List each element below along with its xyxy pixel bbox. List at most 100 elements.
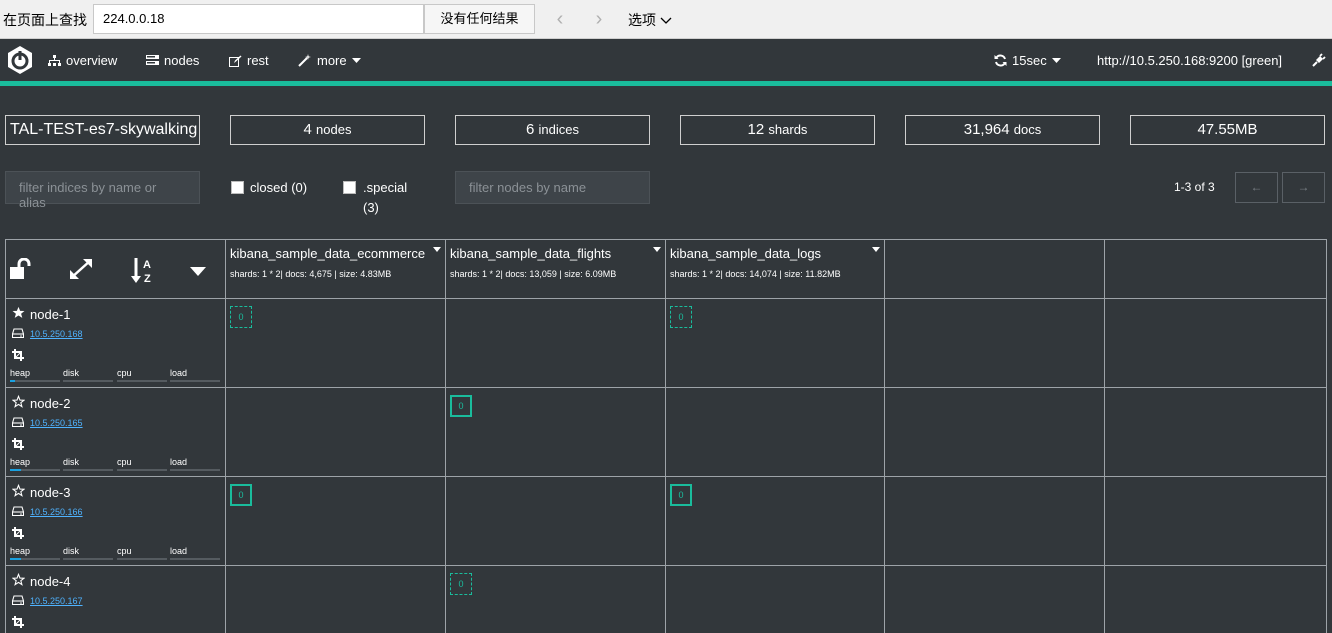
node-ip[interactable]: 10.5.250.168 <box>11 328 83 340</box>
grid-divider <box>5 476 1327 477</box>
stat-nodes-count: 4 <box>303 121 312 138</box>
replica-shard[interactable]: 0 <box>450 573 472 595</box>
find-options-label: 选项 <box>628 12 656 28</box>
node-name-label: node-1 <box>30 306 71 322</box>
refresh-interval-menu[interactable]: 15sec <box>994 53 1061 68</box>
nav-more-menu[interactable]: more <box>298 53 361 68</box>
closed-checkbox[interactable] <box>231 181 244 194</box>
caret-down-icon <box>1051 57 1061 64</box>
node-name[interactable]: node-2 <box>11 394 70 411</box>
nav-nodes-label: nodes <box>164 53 200 68</box>
find-in-page-bar: 在页面上查找 224.0.0.18 没有任何结果 ‹ › 选项 <box>0 0 1332 39</box>
metric-label-heap: heap <box>10 368 31 378</box>
filter-indices-input[interactable]: filter indices by name or alias <box>5 171 200 210</box>
nav-nodes[interactable]: nodes <box>146 53 199 68</box>
hdd-icon <box>11 417 25 429</box>
primary-shard[interactable]: 0 <box>450 395 472 417</box>
disconnect-plug-icon[interactable] <box>1312 53 1326 67</box>
crop-icon <box>12 348 24 366</box>
refresh-interval-label: 15sec <box>1012 53 1047 68</box>
node-ip-link[interactable]: 10.5.250.165 <box>30 418 83 428</box>
caret-down-icon[interactable] <box>190 264 206 282</box>
cluster-connection-status[interactable]: http://10.5.250.168:9200 [green] <box>1097 53 1282 68</box>
index-menu-caret-icon[interactable] <box>433 247 441 252</box>
primary-shard[interactable]: 0 <box>670 484 692 506</box>
cerebro-logo-icon[interactable] <box>5 45 35 75</box>
pagination-status: 1-3 of 3 <box>1174 180 1215 194</box>
find-input[interactable]: 224.0.0.18 <box>93 4 424 34</box>
magic-wand-icon <box>298 54 312 67</box>
stat-shards: 12 shards <box>680 115 875 145</box>
replica-shard[interactable]: 0 <box>230 306 252 328</box>
stat-nodes-label: nodes <box>316 122 352 137</box>
grid-divider <box>5 298 1327 299</box>
find-result-status: 没有任何结果 <box>424 4 535 34</box>
node-name[interactable]: node-3 <box>11 483 71 500</box>
node-ip-link[interactable]: 10.5.250.167 <box>30 596 83 606</box>
nav-rest[interactable]: rest <box>229 53 269 68</box>
metric-label-load: load <box>170 546 188 556</box>
node-ip[interactable]: 10.5.250.165 <box>11 417 83 429</box>
metric-label-cpu: cpu <box>117 368 132 378</box>
connection-url: http://10.5.250.168:9200 [green] <box>1097 53 1283 68</box>
stat-nodes: 4 nodes <box>230 115 425 145</box>
node-ip[interactable]: 10.5.250.166 <box>11 506 83 518</box>
index-name[interactable]: kibana_sample_data_ecommerce <box>230 246 425 261</box>
metric-label-disk: disk <box>63 457 80 467</box>
stat-docs-label: docs <box>1013 122 1042 137</box>
metric-bar-cpu <box>117 558 167 560</box>
filter-nodes-input[interactable]: filter nodes by name <box>455 171 650 204</box>
metric-bar-cpu <box>117 469 167 471</box>
stat-size-value: 47.55MB <box>1197 121 1258 138</box>
node-ip-link[interactable]: 10.5.250.168 <box>30 329 83 339</box>
previous-page-button[interactable]: ← <box>1235 172 1278 203</box>
index-menu-caret-icon[interactable] <box>653 247 661 252</box>
stat-docs: 31,964 docs <box>905 115 1100 145</box>
metric-label-load: load <box>170 368 188 378</box>
nav-rest-label: rest <box>247 53 269 68</box>
heap-usage-fill <box>10 558 21 560</box>
nav-more-label: more <box>317 53 347 68</box>
nav-overview-label: overview <box>66 53 118 68</box>
svg-text:Z: Z <box>144 273 151 284</box>
index-name[interactable]: kibana_sample_data_logs <box>670 246 821 261</box>
sort-alpha-icon[interactable]: AZ <box>131 256 157 289</box>
node-ip[interactable]: 10.5.250.167 <box>11 595 83 607</box>
metric-label-heap: heap <box>10 546 31 556</box>
primary-shard[interactable]: 0 <box>230 484 252 506</box>
special-count: (3) <box>363 200 379 215</box>
index-meta: shards: 1 * 2| docs: 13,059 | size: 6.09… <box>450 269 617 279</box>
find-previous-icon[interactable]: ‹ <box>552 8 568 30</box>
chevron-down-icon <box>660 12 672 28</box>
find-options-menu[interactable]: 选项 <box>628 10 672 30</box>
closed-checkbox-label: closed (0) <box>250 180 308 195</box>
unlock-icon[interactable] <box>10 257 36 285</box>
stat-shards-label: shards <box>768 122 808 137</box>
crop-icon <box>12 437 24 455</box>
metric-label-heap: heap <box>10 457 31 467</box>
svg-text:A: A <box>143 259 151 271</box>
index-name[interactable]: kibana_sample_data_flights <box>450 246 611 261</box>
next-page-button[interactable]: → <box>1282 172 1325 203</box>
metric-bar-heap <box>10 469 60 471</box>
metric-bar-heap <box>10 380 60 382</box>
caret-down-icon <box>351 57 361 64</box>
metric-bar-cpu <box>117 380 167 382</box>
special-checkbox[interactable] <box>343 181 356 194</box>
find-next-icon[interactable]: › <box>591 8 607 30</box>
nav-overview[interactable]: overview <box>48 53 117 68</box>
hdd-icon <box>11 328 25 340</box>
node-ip-link[interactable]: 10.5.250.166 <box>30 507 83 517</box>
metric-bar-disk <box>63 558 113 560</box>
replica-shard[interactable]: 0 <box>670 306 692 328</box>
node-name[interactable]: node-1 <box>12 306 70 322</box>
index-menu-caret-icon[interactable] <box>872 247 880 252</box>
stat-indices: 6 indices <box>455 115 650 145</box>
node-name[interactable]: node-4 <box>11 572 70 589</box>
find-label: 在页面上查找 <box>3 12 87 28</box>
node-name-label: node-3 <box>30 484 71 500</box>
grid-divider <box>5 387 1327 388</box>
metric-bar-disk <box>63 380 113 382</box>
expand-icon[interactable] <box>69 258 93 285</box>
special-checkbox-label: .special <box>363 180 408 195</box>
